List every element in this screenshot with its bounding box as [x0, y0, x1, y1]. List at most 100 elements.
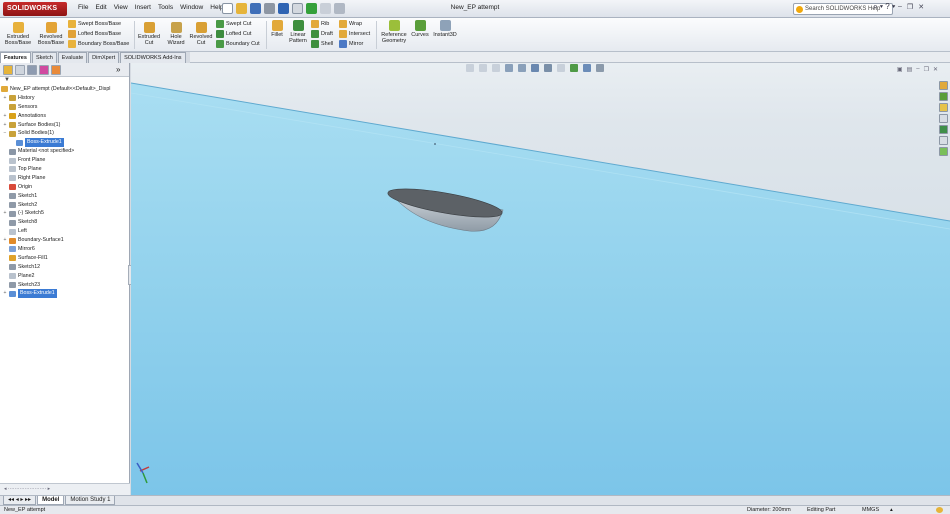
lofted-cut-button[interactable]: Lofted Cut [216, 30, 251, 38]
help-search-button[interactable]: ⌕ ▾ ? ▾ [873, 2, 895, 12]
close-icon[interactable]: ✕ [918, 3, 924, 11]
tree-item[interactable]: Left [0, 227, 129, 236]
wrap-button[interactable]: Wrap [339, 20, 362, 28]
mirror-button[interactable]: Mirror [339, 40, 363, 48]
panel-scrollbar[interactable]: ◂ ······················· ▸ [0, 483, 130, 495]
file-properties-icon[interactable] [320, 3, 331, 14]
revolved-boss-button[interactable]: Revolved Boss/Base [36, 22, 66, 46]
instant3d-button[interactable]: Instant3D [431, 20, 459, 38]
restore-icon[interactable]: ❐ [907, 3, 913, 11]
tree-root[interactable]: New_EP attempt (Default<<Default>_Displ [0, 85, 129, 94]
dimxpert-manager-tab-icon[interactable] [39, 64, 49, 75]
tab-addins[interactable]: SOLIDWORKS Add-Ins [120, 52, 186, 63]
appearances-icon[interactable] [939, 125, 948, 134]
zoom-to-area-icon[interactable] [479, 64, 487, 72]
rib-button[interactable]: Rib [311, 20, 329, 28]
configuration-manager-tab-icon[interactable] [27, 64, 37, 75]
design-library-icon[interactable] [939, 92, 948, 101]
shell-button[interactable]: Shell [311, 40, 333, 48]
tree-item[interactable]: Material <not specified> [0, 147, 129, 156]
edit-appearance-icon[interactable] [570, 64, 578, 72]
viewport-tile-icon[interactable]: ▤ [907, 66, 913, 73]
tab-motion-study-1[interactable]: Motion Study 1 [65, 496, 116, 505]
water-surface[interactable] [131, 83, 950, 495]
extruded-boss-button[interactable]: Extruded Boss/Base [3, 22, 33, 46]
tree-item[interactable]: Sensors [0, 103, 129, 112]
revolved-cut-button[interactable]: Revolved Cut [189, 22, 213, 46]
zoom-to-fit-icon[interactable] [466, 64, 474, 72]
select-icon[interactable] [292, 3, 303, 14]
draft-button[interactable]: Draft [311, 30, 333, 38]
reference-geometry-button[interactable]: Reference Geometry [379, 20, 409, 44]
fillet-button[interactable]: Fillet [268, 20, 286, 38]
rebuild-icon[interactable] [306, 3, 317, 14]
tree-item[interactable]: Sketch12 [0, 263, 129, 272]
tree-item[interactable]: Mirror6 [0, 245, 129, 254]
hide-show-items-icon[interactable] [557, 64, 565, 72]
property-manager-tab-icon[interactable] [15, 64, 25, 75]
tree-item[interactable]: + History [0, 94, 129, 103]
tree-item[interactable]: + Boss-Extrude1 [0, 289, 129, 299]
swept-cut-button[interactable]: Swept Cut [216, 20, 251, 28]
tree-item[interactable]: + (-) Sketch5 [0, 209, 129, 218]
resources-icon[interactable] [939, 81, 948, 90]
menu-tools[interactable]: Tools [158, 4, 173, 11]
print-icon[interactable] [264, 3, 275, 14]
tree-expander-icon[interactable]: + [2, 289, 8, 298]
graphics-viewport[interactable]: ▣ ▤ – ❐ ✕ [131, 63, 950, 495]
scroll-tabs-left[interactable]: ◂◂ ◂ ▸ ▸▸ [3, 496, 37, 505]
linear-pattern-button[interactable]: Linear Pattern [287, 20, 309, 44]
tree-expander-icon[interactable]: + [2, 121, 8, 130]
tree-item[interactable]: + Boundary-Surface1 [0, 236, 129, 245]
swept-boss-button[interactable]: Swept Boss/Base [68, 20, 121, 28]
lofted-boss-button[interactable]: Lofted Boss/Base [68, 30, 121, 38]
view-settings-icon[interactable] [596, 64, 604, 72]
tab-model[interactable]: Model [37, 496, 65, 505]
tab-evaluate[interactable]: Evaluate [57, 52, 88, 63]
options-icon[interactable] [334, 3, 345, 14]
tree-item[interactable]: + Surface Bodies(1) [0, 121, 129, 130]
viewport-restore-icon[interactable]: ▣ [897, 66, 903, 73]
display-manager-tab-icon[interactable] [51, 64, 61, 75]
boundary-cut-button[interactable]: Boundary Cut [216, 40, 260, 48]
menu-insert[interactable]: Insert [135, 4, 151, 11]
hole-wizard-button[interactable]: Hole Wizard [164, 22, 188, 46]
tree-item[interactable]: − Solid Bodies(1) [0, 129, 129, 138]
tree-item[interactable]: Sketch8 [0, 218, 129, 227]
undo-icon[interactable] [278, 3, 289, 14]
forum-icon[interactable] [939, 147, 948, 156]
units-arrow-icon[interactable]: ▴ [890, 506, 893, 514]
tree-item[interactable]: Boss-Extrude1 [0, 138, 129, 148]
view-palette-icon[interactable] [939, 114, 948, 123]
apply-scene-icon[interactable] [583, 64, 591, 72]
tree-item[interactable]: + Annotations [0, 112, 129, 121]
extruded-cut-button[interactable]: Extruded Cut [137, 22, 161, 46]
tree-item[interactable]: Sketch1 [0, 192, 129, 201]
menu-view[interactable]: View [114, 4, 128, 11]
menu-file[interactable]: File [78, 4, 88, 11]
previous-view-icon[interactable] [492, 64, 500, 72]
tree-item[interactable]: Front Plane [0, 156, 129, 165]
viewport-maximize-icon[interactable]: ❐ [924, 66, 929, 73]
filter-icon[interactable]: ▼ [0, 77, 129, 85]
custom-properties-icon[interactable] [939, 136, 948, 145]
save-icon[interactable] [250, 3, 261, 14]
tree-expander-icon[interactable]: − [2, 129, 8, 138]
new-document-icon[interactable] [222, 3, 233, 14]
rebuild-status-icon[interactable] [936, 507, 943, 513]
tree-expander-icon[interactable]: + [2, 112, 8, 121]
tree-expander-icon[interactable]: + [2, 236, 8, 245]
boundary-boss-button[interactable]: Boundary Boss/Base [68, 40, 129, 48]
tree-expander-icon[interactable]: + [2, 94, 8, 103]
curves-button[interactable]: Curves [410, 20, 430, 38]
intersect-button[interactable]: Intersect [339, 30, 370, 38]
tab-dimxpert[interactable]: DimXpert [88, 52, 120, 63]
tree-item[interactable]: Top Plane [0, 165, 129, 174]
expand-panel-icon[interactable]: » [116, 65, 126, 75]
viewport-minimize-icon[interactable]: – [916, 66, 919, 73]
view-orientation-icon[interactable] [531, 64, 539, 72]
file-explorer-icon[interactable] [939, 103, 948, 112]
tree-item[interactable]: Sketch23 [0, 281, 129, 290]
tree-item[interactable]: Plane2 [0, 272, 129, 281]
solidworks-logo[interactable]: SOLIDWORKS [3, 2, 67, 16]
